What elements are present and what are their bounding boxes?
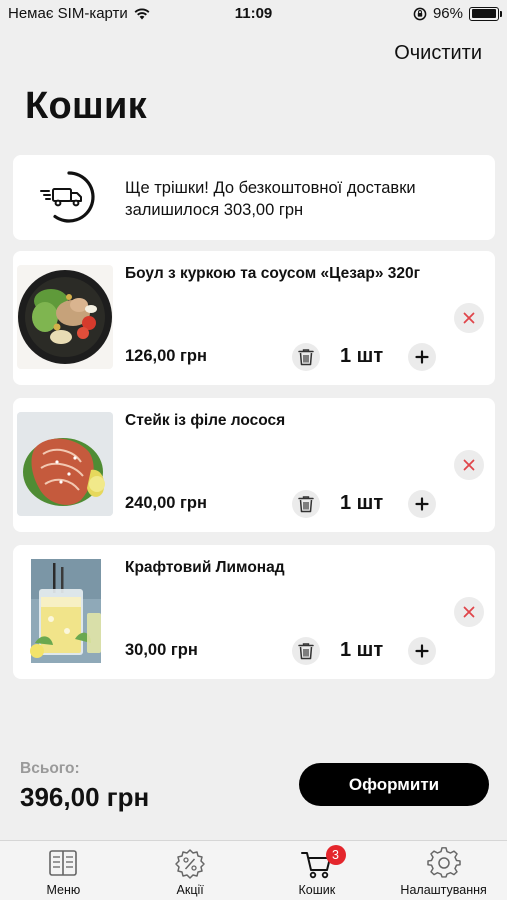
discount-badge-icon: [175, 849, 205, 879]
product-name: Стейк із філе лосося: [125, 412, 286, 429]
trash-icon: [298, 496, 314, 513]
remove-item-button[interactable]: [454, 303, 484, 333]
total-label: Всього:: [20, 760, 80, 777]
clear-cart-button[interactable]: Очистити: [394, 42, 482, 65]
tab-label: Меню: [46, 883, 81, 897]
remove-item-button[interactable]: [454, 450, 484, 480]
product-quantity: 1 шт: [340, 639, 384, 661]
tab-menu[interactable]: Меню: [0, 841, 127, 900]
tab-label: Налаштування: [400, 883, 487, 897]
cart-item: Боул з куркою та соусом «Цезар» 320г 126…: [13, 251, 495, 385]
close-icon: [463, 606, 475, 618]
trash-icon: [298, 349, 314, 366]
status-right-group: 96%: [413, 5, 502, 22]
close-icon: [463, 459, 475, 471]
battery-icon: [469, 6, 502, 21]
orientation-lock-icon: [413, 7, 427, 20]
increase-quantity-button[interactable]: [408, 343, 436, 371]
close-icon: [463, 312, 475, 324]
tab-promotions[interactable]: Акції: [127, 841, 254, 900]
settings-gear-icon: [426, 847, 461, 878]
tab-label: Акції: [176, 883, 204, 897]
plus-icon: [415, 497, 429, 511]
battery-percent: 96%: [432, 5, 463, 22]
delivery-truck-icon: [40, 171, 95, 223]
tab-bar: Меню Акції 3 Кошик Налаштування: [0, 840, 507, 900]
cart-count-badge: 3: [325, 845, 346, 865]
product-name: Боул з куркою та соусом «Цезар» 320г: [125, 265, 421, 282]
tab-settings[interactable]: Налаштування: [380, 841, 507, 900]
increase-quantity-button[interactable]: [408, 490, 436, 518]
menu-book-icon: [49, 850, 78, 876]
product-image-caesar-bowl: [17, 265, 113, 369]
decrease-quantity-button[interactable]: [292, 637, 320, 665]
plus-icon: [415, 644, 429, 658]
cart-item: Стейк із філе лосося 240,00 грн 1 шт: [13, 398, 495, 532]
tab-cart[interactable]: 3 Кошик: [254, 841, 381, 900]
total-value: 396,00 грн: [20, 782, 150, 812]
product-image-craft-lemonade: [17, 559, 113, 663]
battery-fill: [471, 9, 496, 18]
increase-quantity-button[interactable]: [408, 637, 436, 665]
product-name: Крафтовий Лимонад: [125, 559, 285, 576]
cart-item: Крафтовий Лимонад 30,00 грн 1 шт: [13, 545, 495, 679]
delivery-notice-text: Ще трішки! До безкоштовної доставки зали…: [125, 179, 416, 219]
trash-icon: [298, 643, 314, 660]
product-quantity: 1 шт: [340, 492, 384, 514]
decrease-quantity-button[interactable]: [292, 343, 320, 371]
tab-label: Кошик: [298, 883, 336, 897]
plus-icon: [415, 350, 429, 364]
remove-item-button[interactable]: [454, 597, 484, 627]
product-quantity: 1 шт: [340, 345, 384, 367]
product-price: 30,00 грн: [125, 641, 198, 659]
decrease-quantity-button[interactable]: [292, 490, 320, 518]
checkout-button[interactable]: Оформити: [299, 763, 489, 806]
product-price: 126,00 грн: [125, 347, 207, 365]
page-title: Кошик: [25, 85, 147, 127]
delivery-notice-card: Ще трішки! До безкоштовної доставки зали…: [13, 155, 495, 240]
product-image-salmon-steak: [17, 412, 113, 516]
status-bar: Немає SIM-карти 11:09 96%: [0, 0, 507, 28]
product-price: 240,00 грн: [125, 494, 207, 512]
